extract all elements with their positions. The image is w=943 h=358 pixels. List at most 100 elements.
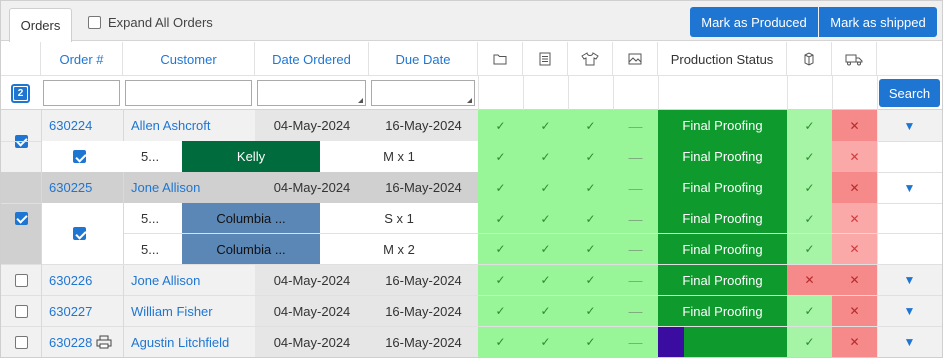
expand-row-icon[interactable]: ▼ [877,296,942,326]
check-icon[interactable]: ✓ [478,172,523,203]
order-link[interactable]: 630225 [49,172,92,203]
production-status[interactable]: Final Proofing [658,296,787,326]
production-status[interactable]: Final Proofing [658,203,787,234]
dash-icon[interactable]: — [613,141,658,172]
dash-icon[interactable]: — [613,265,658,295]
check-icon[interactable]: ✓ [787,327,832,357]
check-icon[interactable]: ✓ [478,110,523,141]
production-status[interactable]: Final Proofing [658,265,787,295]
column-header-order[interactable]: Order # [41,42,123,76]
due-date-filter-input[interactable] [371,80,475,106]
check-icon[interactable]: ✓ [478,203,523,234]
check-icon[interactable]: ✓ [787,296,832,326]
selected-count-badge[interactable]: 2 [11,84,30,103]
customer-link[interactable]: Agustin Litchfield [131,327,229,357]
row-select[interactable] [1,265,41,295]
expand-all-toggle[interactable]: Expand All Orders [88,15,213,30]
check-icon[interactable]: ✓ [523,327,568,357]
close-icon[interactable]: ✕ [832,141,877,172]
close-icon[interactable]: ✕ [832,234,877,264]
check-icon[interactable]: ✓ [478,327,523,357]
customer-link[interactable]: William Fisher [131,296,213,326]
row-checkbox[interactable] [14,335,28,349]
column-header-production-status[interactable]: Production Status [658,42,787,76]
row-checkbox[interactable] [14,304,28,318]
check-icon[interactable]: ✓ [523,265,568,295]
expand-row-icon[interactable]: ▼ [877,110,942,141]
row-select[interactable] [1,172,41,264]
check-icon[interactable]: ✓ [787,203,832,234]
row-checkbox[interactable] [14,273,28,287]
check-icon[interactable]: ✓ [787,141,832,172]
check-icon[interactable]: ✓ [523,172,568,203]
check-icon[interactable]: ✓ [568,265,613,295]
check-icon[interactable]: ✓ [787,110,832,141]
order-link[interactable]: 630227 [49,296,92,326]
check-icon[interactable]: ✓ [523,141,568,172]
close-icon[interactable]: ✕ [832,172,877,203]
item-checkbox[interactable] [73,227,86,240]
check-icon[interactable]: ✓ [568,296,613,326]
order-filter-input[interactable] [43,80,120,106]
date-ordered-filter-input[interactable] [257,80,366,106]
dash-icon[interactable]: — [613,172,658,203]
expand-row-icon[interactable]: ▼ [877,327,942,357]
color-swatch: Columbia ... [182,203,320,234]
dash-icon[interactable]: — [613,296,658,326]
mark-shipped-button[interactable]: Mark as shipped [819,7,937,37]
check-icon[interactable]: ✓ [568,234,613,264]
production-status[interactable]: Final Proofing [658,172,787,203]
check-icon[interactable]: ✓ [568,203,613,234]
check-icon[interactable]: ✓ [568,327,613,357]
close-icon[interactable]: ✕ [832,296,877,326]
check-icon[interactable]: ✓ [523,110,568,141]
check-icon[interactable]: ✓ [478,141,523,172]
close-icon[interactable]: ✕ [832,265,877,295]
check-icon[interactable]: ✓ [478,265,523,295]
column-header-date-ordered[interactable]: Date Ordered [255,42,369,76]
customer-filter-input[interactable] [125,80,252,106]
check-icon[interactable]: ✓ [523,296,568,326]
tab-orders[interactable]: Orders [9,8,72,42]
expand-all-checkbox[interactable] [88,16,101,29]
check-icon[interactable]: ✓ [568,172,613,203]
item-size: S x 1 [384,211,414,226]
customer-link[interactable]: Jone Allison [131,172,200,203]
dash-icon[interactable]: — [613,203,658,234]
production-status[interactable]: Final Proofing [658,110,787,141]
row-checkbox[interactable] [14,211,28,225]
customer-link[interactable]: Jone Allison [131,265,200,295]
row-select[interactable] [1,327,41,357]
order-link[interactable]: 630226 [49,265,92,295]
mark-produced-button[interactable]: Mark as Produced [690,7,818,37]
column-header-due-date[interactable]: Due Date [369,42,478,76]
order-link[interactable]: 630224 [49,110,92,141]
production-status[interactable]: Final Proofing [658,234,787,264]
check-icon[interactable]: ✓ [523,234,568,264]
close-icon[interactable]: ✕ [787,265,832,295]
order-link[interactable]: 630228 [49,327,92,357]
check-icon[interactable]: ✓ [478,296,523,326]
check-icon[interactable]: ✓ [787,172,832,203]
customer-link[interactable]: Allen Ashcroft [131,110,211,141]
check-icon[interactable]: ✓ [787,234,832,264]
close-icon[interactable]: ✕ [832,203,877,234]
expand-row-icon[interactable]: ▼ [877,265,942,295]
printer-icon[interactable] [96,327,112,357]
dash-icon[interactable]: — [613,234,658,264]
check-icon[interactable]: ✓ [478,234,523,264]
column-header-customer[interactable]: Customer [123,42,255,76]
dash-icon[interactable]: — [613,110,658,141]
item-checkbox[interactable] [73,150,86,163]
check-icon[interactable]: ✓ [568,110,613,141]
close-icon[interactable]: ✕ [832,110,877,141]
dash-icon[interactable]: — [613,327,658,357]
tshirt-icon [581,52,599,66]
search-button[interactable]: Search [879,79,940,107]
check-icon[interactable]: ✓ [568,141,613,172]
expand-row-icon[interactable]: ▼ [877,172,942,203]
check-icon[interactable]: ✓ [523,203,568,234]
close-icon[interactable]: ✕ [832,327,877,357]
production-status[interactable]: Final Proofing [658,141,787,172]
row-select[interactable] [1,296,41,326]
